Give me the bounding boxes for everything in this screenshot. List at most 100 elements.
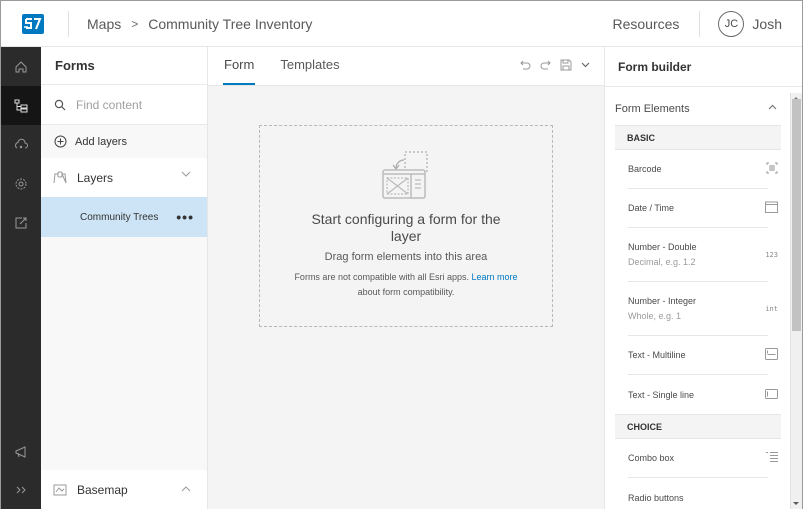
compatibility-note-text: Forms are not compatible with all Esri a…	[294, 272, 470, 282]
tab-bar: Form Templates	[208, 47, 604, 86]
add-layers-label: Add layers	[75, 135, 127, 148]
combo-box-icon	[766, 451, 778, 465]
layer-name: Community Trees	[80, 211, 159, 223]
chevron-up-icon	[181, 486, 191, 492]
form-canvas: Form Templates Start configuring a form …	[208, 47, 604, 509]
app-header: Maps > Community Tree Inventory Resource…	[1, 1, 802, 47]
calendar-icon	[765, 201, 778, 215]
form-element-label: Number - Integer	[628, 296, 697, 306]
form-element-barcode[interactable]: Barcode	[628, 150, 778, 189]
form-element-label: Barcode	[628, 164, 662, 174]
dropzone-title: Start configuring a form for the layer	[311, 211, 501, 244]
drag-form-illustration-icon	[380, 150, 432, 202]
text-single-line-icon	[765, 388, 778, 401]
save-options-dropdown[interactable]	[581, 62, 590, 68]
form-builder-panel: Form builder Form Elements BASIC Barcode…	[604, 47, 802, 509]
redo-icon	[540, 60, 551, 70]
share-icon	[15, 217, 27, 228]
compatibility-note: Forms are not compatible with all Esri a…	[260, 270, 552, 300]
forms-panel: Forms Find content Add layers Layers Com…	[41, 47, 208, 509]
learn-more-link[interactable]: Learn more	[472, 272, 518, 282]
expand-chevrons-icon	[16, 486, 26, 493]
form-element-text-single-line[interactable]: Text - Single line	[628, 375, 778, 414]
form-element-label: Text - Single line	[628, 389, 695, 400]
action-settings[interactable]	[1, 164, 41, 203]
action-feedback[interactable]	[1, 432, 41, 471]
settings-icon	[15, 178, 27, 189]
action-forms[interactable]	[1, 86, 41, 125]
form-elements-list: Form Elements BASIC Barcode Date / Time …	[605, 93, 791, 509]
layer-list-item[interactable]: Community Trees •••	[41, 197, 207, 237]
form-element-label: Text - Multiline	[628, 350, 686, 360]
form-builder-title: Form builder	[605, 47, 802, 87]
breadcrumb-separator: >	[131, 16, 139, 31]
form-element-description: Decimal, e.g. 1.2	[628, 257, 696, 267]
chevron-down-icon	[581, 62, 590, 68]
action-home[interactable]	[1, 47, 41, 86]
action-share[interactable]	[1, 203, 41, 242]
find-content-search[interactable]: Find content	[41, 85, 207, 125]
save-button[interactable]	[560, 59, 572, 71]
basemap-icon	[53, 484, 67, 496]
action-offline[interactable]	[1, 125, 41, 164]
form-element-number-integer[interactable]: Number - Integer Whole, e.g. 1 int	[628, 282, 778, 336]
tab-templates[interactable]: Templates	[279, 57, 340, 85]
group-header-basic: BASIC	[615, 125, 781, 150]
form-element-text-multiline[interactable]: Text - Multiline	[628, 336, 778, 375]
save-icon	[560, 59, 572, 71]
offline-cloud-icon	[15, 138, 28, 148]
action-bar	[1, 47, 41, 509]
layers-section-toggle[interactable]: Layers	[41, 158, 207, 197]
dropzone-subtitle: Drag form elements into this area	[324, 251, 488, 263]
user-name[interactable]: Josh	[752, 16, 782, 32]
form-element-date-time[interactable]: Date / Time	[628, 189, 778, 228]
search-input[interactable]: Find content	[76, 98, 142, 112]
feedback-megaphone-icon	[15, 445, 26, 458]
text-multiline-icon	[765, 348, 778, 362]
breadcrumb-current-map: Community Tree Inventory	[148, 15, 313, 32]
group-header-choice: CHOICE	[615, 414, 781, 439]
chevron-down-icon	[181, 171, 191, 177]
form-element-label: Radio buttons	[628, 492, 684, 503]
action-expand[interactable]	[1, 470, 41, 509]
barcode-icon	[766, 162, 778, 176]
undo-icon	[520, 60, 531, 70]
add-layers-button[interactable]: Add layers	[41, 125, 207, 158]
scrollbar-thumb[interactable]	[792, 99, 801, 331]
basemap-label: Basemap	[77, 482, 128, 497]
undo-button[interactable]	[520, 60, 531, 70]
resources-link[interactable]: Resources	[613, 16, 680, 32]
forms-tree-icon	[14, 99, 28, 112]
user-avatar[interactable]: JC	[718, 11, 745, 37]
add-circle-icon	[54, 135, 67, 148]
forms-panel-title: Forms	[41, 47, 207, 85]
tab-form[interactable]: Form	[223, 57, 256, 85]
form-element-radio-buttons[interactable]: Radio buttons	[628, 478, 768, 509]
home-icon	[15, 60, 27, 72]
form-element-label: Date / Time	[628, 203, 675, 213]
basemap-section-toggle[interactable]: Basemap	[41, 470, 207, 509]
redo-button[interactable]	[540, 60, 551, 70]
form-element-number-double[interactable]: Number - Double Decimal, e.g. 1.2 123	[628, 228, 778, 282]
form-element-label: Number - Double	[628, 242, 697, 252]
form-elements-scrollbar[interactable]	[790, 93, 802, 509]
header-divider	[68, 10, 69, 37]
form-drop-zone[interactable]: Start configuring a form for the layer D…	[259, 125, 553, 327]
header-divider	[699, 11, 701, 37]
form-elements-label: Form Elements	[615, 103, 690, 115]
breadcrumb-maps[interactable]: Maps	[87, 16, 121, 32]
form-element-description: Whole, e.g. 1	[628, 311, 682, 321]
number-double-icon: 123	[765, 250, 778, 259]
form-elements-section-toggle[interactable]: Form Elements	[605, 93, 791, 125]
compatibility-note-suffix: about form compatibility.	[357, 287, 455, 297]
app-logo-icon[interactable]	[18, 9, 48, 39]
layers-icon	[53, 171, 67, 184]
more-options-icon[interactable]: •••	[176, 209, 194, 225]
search-icon	[54, 99, 66, 110]
form-element-combo-box[interactable]: Combo box	[628, 439, 778, 478]
scroll-down-arrow-icon[interactable]	[793, 502, 799, 505]
number-integer-icon: int	[765, 304, 778, 313]
form-element-label: Combo box	[628, 453, 675, 463]
chevron-up-icon	[768, 104, 777, 110]
layers-label: Layers	[77, 170, 114, 185]
